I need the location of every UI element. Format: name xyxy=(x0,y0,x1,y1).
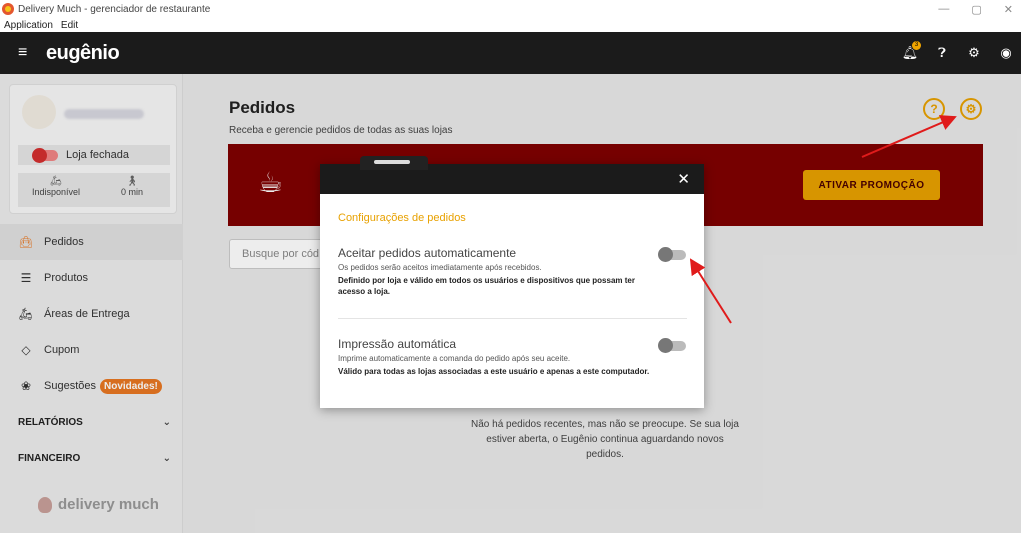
menu-edit[interactable]: Edit xyxy=(61,20,78,31)
auto-accept-toggle[interactable] xyxy=(658,247,686,262)
window-controls: — ▢ ✕ xyxy=(938,0,1013,18)
window-titlebar: Delivery Much - gerenciador de restauran… xyxy=(0,0,1021,18)
order-settings-dialog: ✕ Configurações de pedidos Aceitar pedid… xyxy=(320,156,704,408)
menu-application[interactable]: Application xyxy=(4,20,53,31)
setting-note: Definido por loja e válido em todos os u… xyxy=(338,276,635,296)
help-icon[interactable]: ❓︎ xyxy=(933,45,951,61)
setting-divider xyxy=(338,318,687,319)
dialog-header: ✕ xyxy=(320,156,704,194)
menubar: Application Edit xyxy=(0,18,1021,32)
dialog-title: Configurações de pedidos xyxy=(338,212,466,224)
account-icon[interactable]: ◉ xyxy=(997,45,1015,61)
minimize-button[interactable]: — xyxy=(938,3,949,15)
menu-toggle-icon[interactable]: ≡ xyxy=(18,44,38,62)
setting-title: Aceitar pedidos automaticamente xyxy=(338,246,517,260)
auto-print-setting: Impressão automática Imprime automaticam… xyxy=(338,337,688,377)
setting-description: Os pedidos serão aceitos imediatamente a… xyxy=(338,263,542,272)
setting-title: Impressão automática xyxy=(338,337,457,351)
maximize-button[interactable]: ▢ xyxy=(971,3,981,16)
setting-note: Válido para todas as lojas associadas a … xyxy=(338,367,650,376)
setting-description: Imprime automaticamente a comanda do ped… xyxy=(338,354,571,363)
header-actions: 🔔︎ 3 ❓︎ ⚙︎ ◉ xyxy=(901,32,1015,74)
auto-accept-setting: Aceitar pedidos automaticamente Os pedid… xyxy=(338,246,688,297)
app-header: ≡ eugênio 🔔︎ 3 ❓︎ ⚙︎ ◉ xyxy=(0,32,1021,74)
app-logo: eugênio xyxy=(46,41,120,64)
notification-badge: 3 xyxy=(912,41,921,50)
window-title: Delivery Much - gerenciador de restauran… xyxy=(18,3,211,15)
gear-icon[interactable]: ⚙︎ xyxy=(965,45,983,61)
app-logo-icon xyxy=(2,3,14,15)
close-window-button[interactable]: ✕ xyxy=(1004,3,1013,16)
dialog-header-decoration xyxy=(360,156,428,170)
bell-icon[interactable]: 🔔︎ 3 xyxy=(901,41,921,61)
close-icon[interactable]: ✕ xyxy=(677,170,690,188)
auto-print-toggle[interactable] xyxy=(658,338,686,353)
